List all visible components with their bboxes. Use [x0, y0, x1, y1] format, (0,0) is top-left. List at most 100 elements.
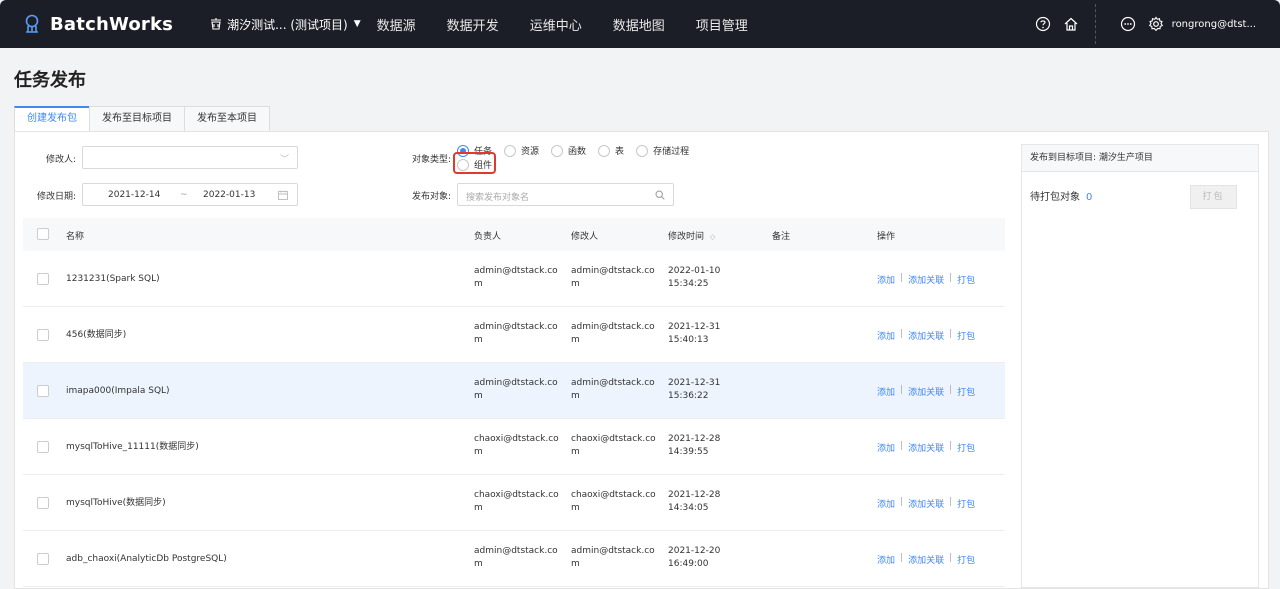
tab-publish-self[interactable]: 发布至本项目 [184, 106, 270, 132]
date-start: 2021-12-14 [108, 190, 161, 200]
row-checkbox[interactable] [37, 385, 49, 397]
row-modifier: admin@dtstack.co m [571, 378, 655, 401]
add-link[interactable]: 添加 [877, 441, 895, 454]
row-owner: admin@dtstack.co m [474, 266, 558, 289]
sort-icon[interactable]: ◇ [710, 233, 715, 241]
caret-down-icon: ▼ [353, 19, 361, 29]
action-separator: | [949, 497, 953, 507]
row-checkbox[interactable] [37, 329, 49, 341]
top-nav-bar: BatchWorks 潮汐测试... (测试项目) ▼ 数据源 数据开发 运维中… [0, 0, 1280, 48]
pack-link[interactable]: 打包 [957, 497, 975, 510]
nav-datamap[interactable]: 数据地图 [613, 15, 665, 34]
row-checkbox[interactable] [37, 441, 49, 453]
main-nav: 数据源 数据开发 运维中心 数据地图 项目管理 [377, 15, 779, 34]
table-row[interactable]: 456(数据同步) admin@dtstack.co m admin@dtstack.… [23, 307, 1005, 363]
nav-dev[interactable]: 数据开发 [447, 15, 499, 34]
add-relation-link[interactable]: 添加关联 [908, 553, 944, 566]
row-name: mysqlToHive(数据同步) [66, 498, 166, 508]
date-end: 2022-01-13 [203, 190, 256, 200]
action-separator: | [949, 441, 953, 451]
nav-ops[interactable]: 运维中心 [530, 15, 582, 34]
select-all-checkbox[interactable] [37, 228, 49, 240]
row-modifier: admin@dtstack.co m [571, 266, 655, 289]
radio-function[interactable]: 函数 [551, 144, 586, 157]
action-separator: | [900, 497, 904, 507]
radio-table[interactable]: 表 [598, 144, 624, 157]
row-checkbox[interactable] [37, 553, 49, 565]
row-checkbox[interactable] [37, 497, 49, 509]
table-row[interactable]: mysqlToHive(数据同步) chaoxi@dtstack.co m chaox… [23, 475, 1005, 531]
row-name: 456(数据同步) [66, 330, 127, 340]
search-placeholder: 搜索发布对象名 [466, 193, 530, 203]
add-link[interactable]: 添加 [877, 497, 895, 510]
table-row[interactable]: mysqlToHive_11111(数据同步) chaoxi@dtstack.co… [23, 419, 1005, 475]
project-icon [211, 18, 222, 30]
nav-datasource[interactable]: 数据源 [377, 15, 416, 34]
nav-project[interactable]: 项目管理 [696, 15, 748, 34]
row-mtime: 2022-01-10 15:34:25 [668, 266, 721, 289]
row-actions: 添加 | 添加关联 | 打包 [877, 553, 975, 566]
add-relation-link[interactable]: 添加关联 [908, 497, 944, 510]
radio-resource[interactable]: 资源 [504, 144, 539, 157]
row-mtime: 2021-12-31 15:40:13 [668, 322, 721, 345]
col-ops: 操作 [877, 232, 896, 242]
object-label: 发布对象: [412, 192, 452, 202]
add-link[interactable]: 添加 [877, 385, 895, 398]
pack-link[interactable]: 打包 [957, 441, 975, 454]
row-modifier: admin@dtstack.co m [571, 546, 655, 569]
row-mtime: 2021-12-31 15:36:22 [668, 378, 721, 401]
action-separator: | [900, 329, 904, 339]
row-actions: 添加 | 添加关联 | 打包 [877, 273, 975, 286]
home-icon[interactable] [1063, 16, 1079, 32]
add-relation-link[interactable]: 添加关联 [908, 329, 944, 342]
row-actions: 添加 | 添加关联 | 打包 [877, 385, 975, 398]
table-row[interactable]: 1231231(Spark SQL) admin@dtstack.co m admin… [23, 251, 1005, 307]
add-relation-link[interactable]: 添加关联 [908, 273, 944, 286]
pack-link[interactable]: 打包 [957, 329, 975, 342]
radio-dot-icon [598, 144, 611, 157]
package-panel: 发布到目标项目: 潮汐生产项目 待打包对象 0 打包 [1021, 144, 1259, 588]
chevron-down-icon: ﹀ [279, 155, 289, 165]
object-search-input[interactable]: 搜索发布对象名 [457, 183, 674, 206]
action-separator: | [949, 329, 953, 339]
pack-link[interactable]: 打包 [957, 273, 975, 286]
row-owner: chaoxi@dtstack.co m [474, 490, 559, 513]
row-name: 1231231(Spark SQL) [66, 274, 160, 284]
row-name: imapa000(Impala SQL) [66, 386, 170, 396]
table-row[interactable]: imapa000(Impala SQL) admin@dtstack.co m adm… [23, 363, 1005, 419]
add-link[interactable]: 添加 [877, 273, 895, 286]
message-icon[interactable] [1120, 16, 1136, 32]
radio-procedure[interactable]: 存储过程 [636, 144, 689, 157]
row-owner: admin@dtstack.co m [474, 378, 558, 401]
row-actions: 添加 | 添加关联 | 打包 [877, 497, 975, 510]
add-relation-link[interactable]: 添加关联 [908, 441, 944, 454]
add-link[interactable]: 添加 [877, 553, 895, 566]
pack-link[interactable]: 打包 [957, 385, 975, 398]
tab-create-package[interactable]: 创建发布包 [14, 106, 90, 132]
app-logo[interactable]: BatchWorks [22, 14, 173, 35]
col-mtime[interactable]: 修改时间 ◇ [668, 229, 715, 242]
add-link[interactable]: 添加 [877, 329, 895, 342]
project-name: 潮汐测试... (测试项目) [227, 17, 348, 32]
project-selector[interactable]: 潮汐测试... (测试项目) ▼ [209, 16, 361, 33]
tab-publish-target[interactable]: 发布至目标项目 [89, 106, 185, 132]
cloud-logo-icon [25, 14, 39, 33]
app-name: BatchWorks [50, 13, 174, 35]
modifier-select[interactable]: ﹀ [82, 146, 298, 169]
action-separator: | [949, 553, 953, 563]
row-checkbox[interactable] [37, 273, 49, 285]
left-section: 修改人: ﹀ 修改日期: 2021-12-14 ~ 2022-01-13 对象类… [15, 132, 1011, 588]
action-separator: | [900, 273, 904, 283]
date-range-picker[interactable]: 2021-12-14 ~ 2022-01-13 [82, 183, 298, 206]
pack-button[interactable]: 打包 [1190, 185, 1237, 209]
table-row[interactable]: adb_chaoxi(AnalyticDb PostgreSQL) admin@d… [23, 531, 1005, 587]
add-relation-link[interactable]: 添加关联 [908, 385, 944, 398]
row-modifier: chaoxi@dtstack.co m [571, 434, 656, 457]
pack-link[interactable]: 打包 [957, 553, 975, 566]
radio-dot-icon [504, 144, 517, 157]
user-menu[interactable]: rongrong@dtst... [1172, 19, 1256, 30]
row-actions: 添加 | 添加关联 | 打包 [877, 441, 975, 454]
gear-icon[interactable] [1148, 16, 1164, 32]
help-icon[interactable] [1035, 16, 1051, 32]
top-right-tools: rongrong@dtst... [1023, 0, 1280, 48]
